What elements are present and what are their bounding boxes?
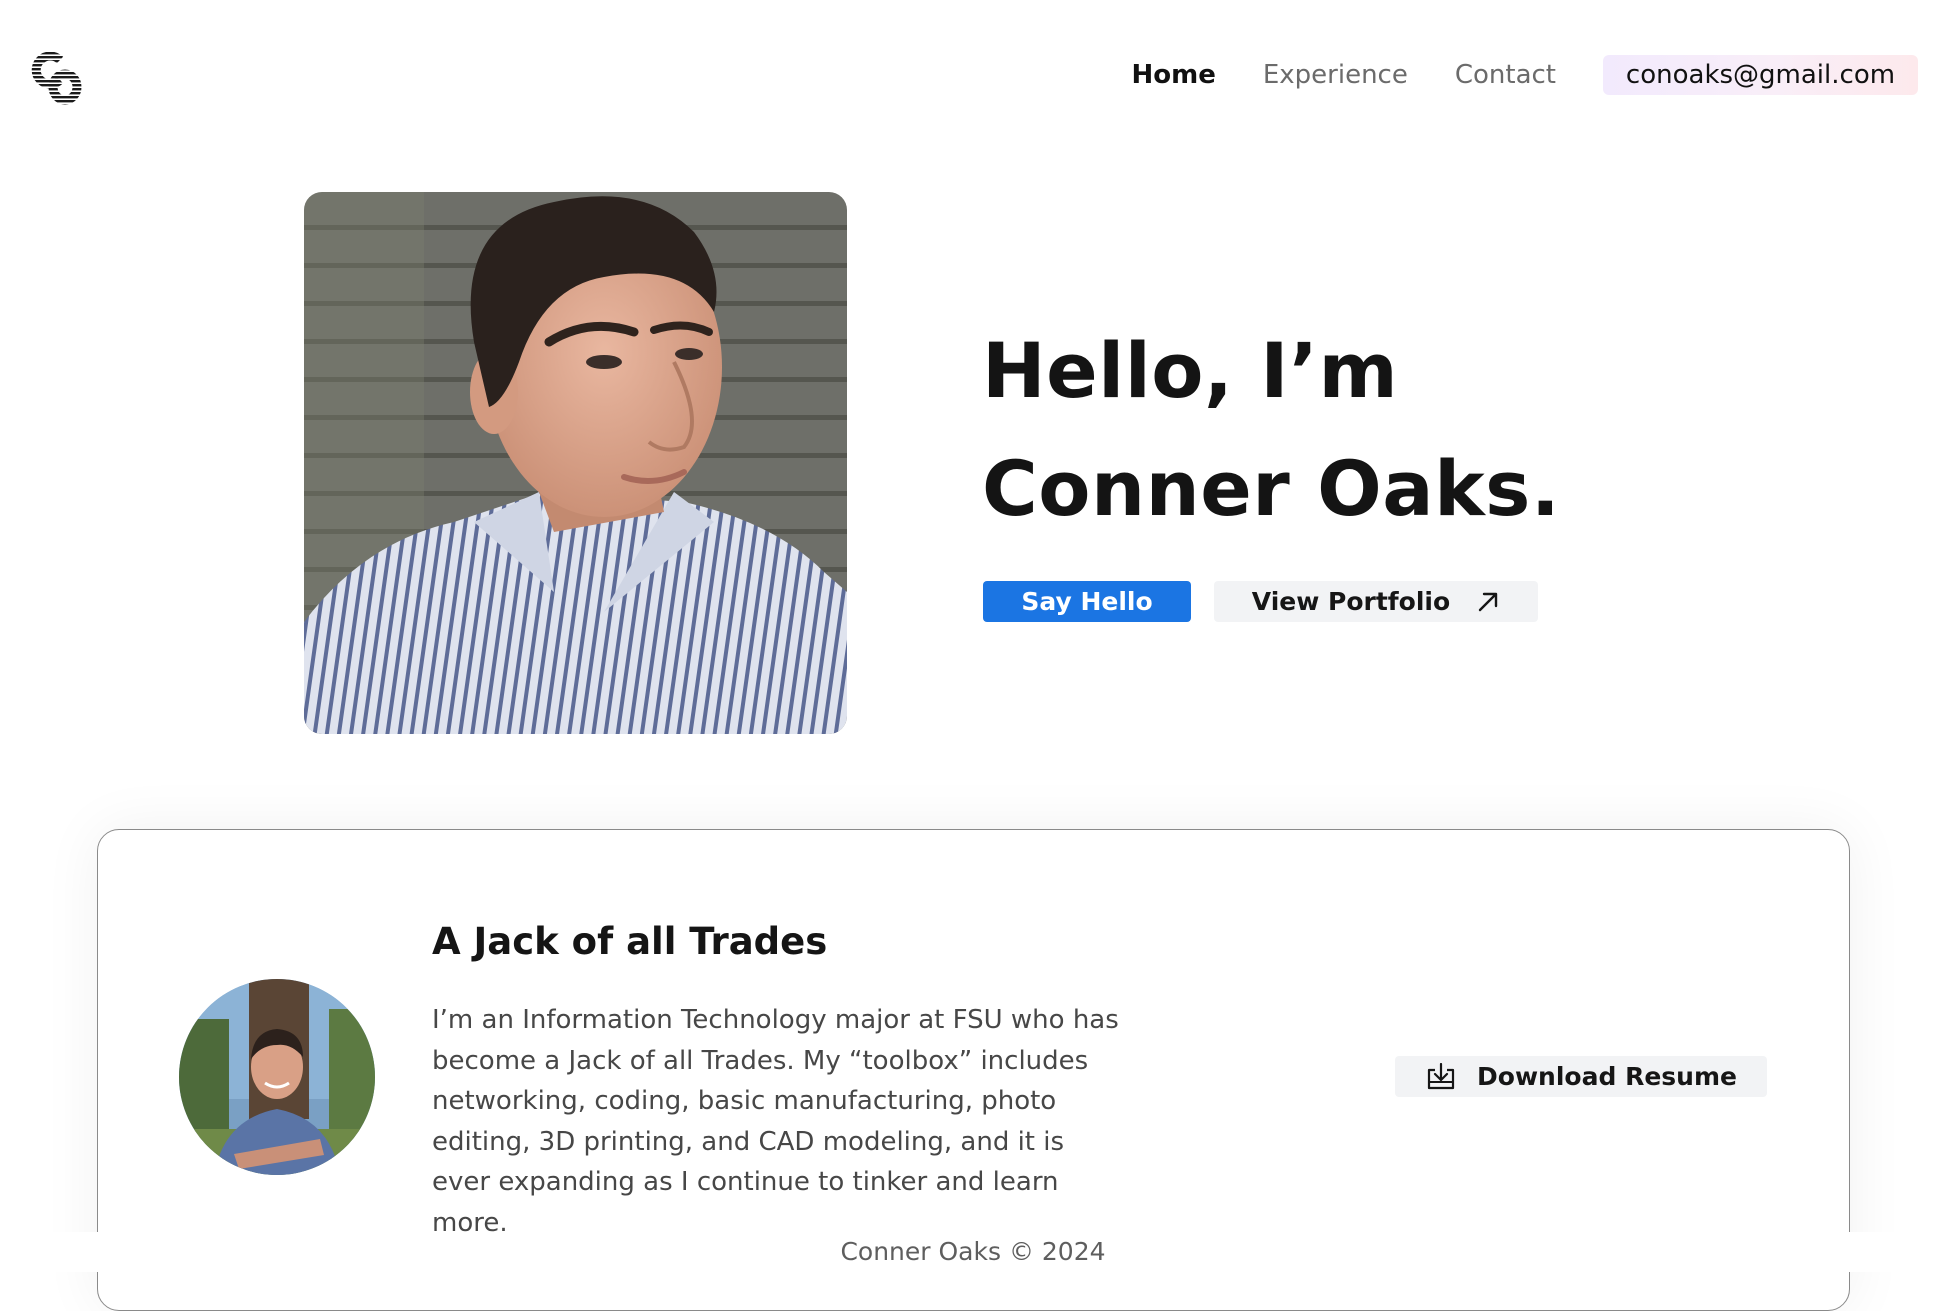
- view-portfolio-label: View Portfolio: [1251, 587, 1451, 616]
- view-portfolio-button[interactable]: View Portfolio: [1214, 581, 1538, 622]
- email-button[interactable]: conoaks@gmail.com: [1603, 55, 1918, 95]
- nav-home[interactable]: Home: [1131, 55, 1215, 95]
- hero-greeting-line-1: Hello, I’m: [982, 326, 1399, 415]
- profile-avatar: [179, 979, 375, 1175]
- about-title: A Jack of all Trades: [432, 920, 828, 963]
- download-resume-button[interactable]: Download Resume: [1395, 1056, 1767, 1097]
- hero-actions: Say Hello View Portfolio: [983, 581, 1538, 622]
- hero-greeting-line-2: Conner Oaks.: [982, 444, 1561, 533]
- download-resume-label: Download Resume: [1477, 1062, 1737, 1091]
- hero-heading: Hello, I’m Conner Oaks.: [982, 312, 1560, 548]
- nav-experience[interactable]: Experience: [1263, 55, 1408, 95]
- about-description: I’m an Information Technology major at F…: [432, 1005, 1119, 1238]
- site-logo[interactable]: [30, 48, 88, 106]
- co-monogram-icon: [31, 51, 82, 105]
- hero-portrait-photo: [304, 192, 847, 734]
- nav-contact[interactable]: Contact: [1455, 55, 1556, 95]
- footer-copyright: Conner Oaks © 2024: [0, 1232, 1946, 1272]
- arrow-up-right-icon: [1476, 590, 1500, 614]
- say-hello-button[interactable]: Say Hello: [983, 581, 1191, 622]
- main-nav: Home Experience Contact conoaks@gmail.co…: [1131, 55, 1918, 95]
- download-icon: [1425, 1062, 1457, 1091]
